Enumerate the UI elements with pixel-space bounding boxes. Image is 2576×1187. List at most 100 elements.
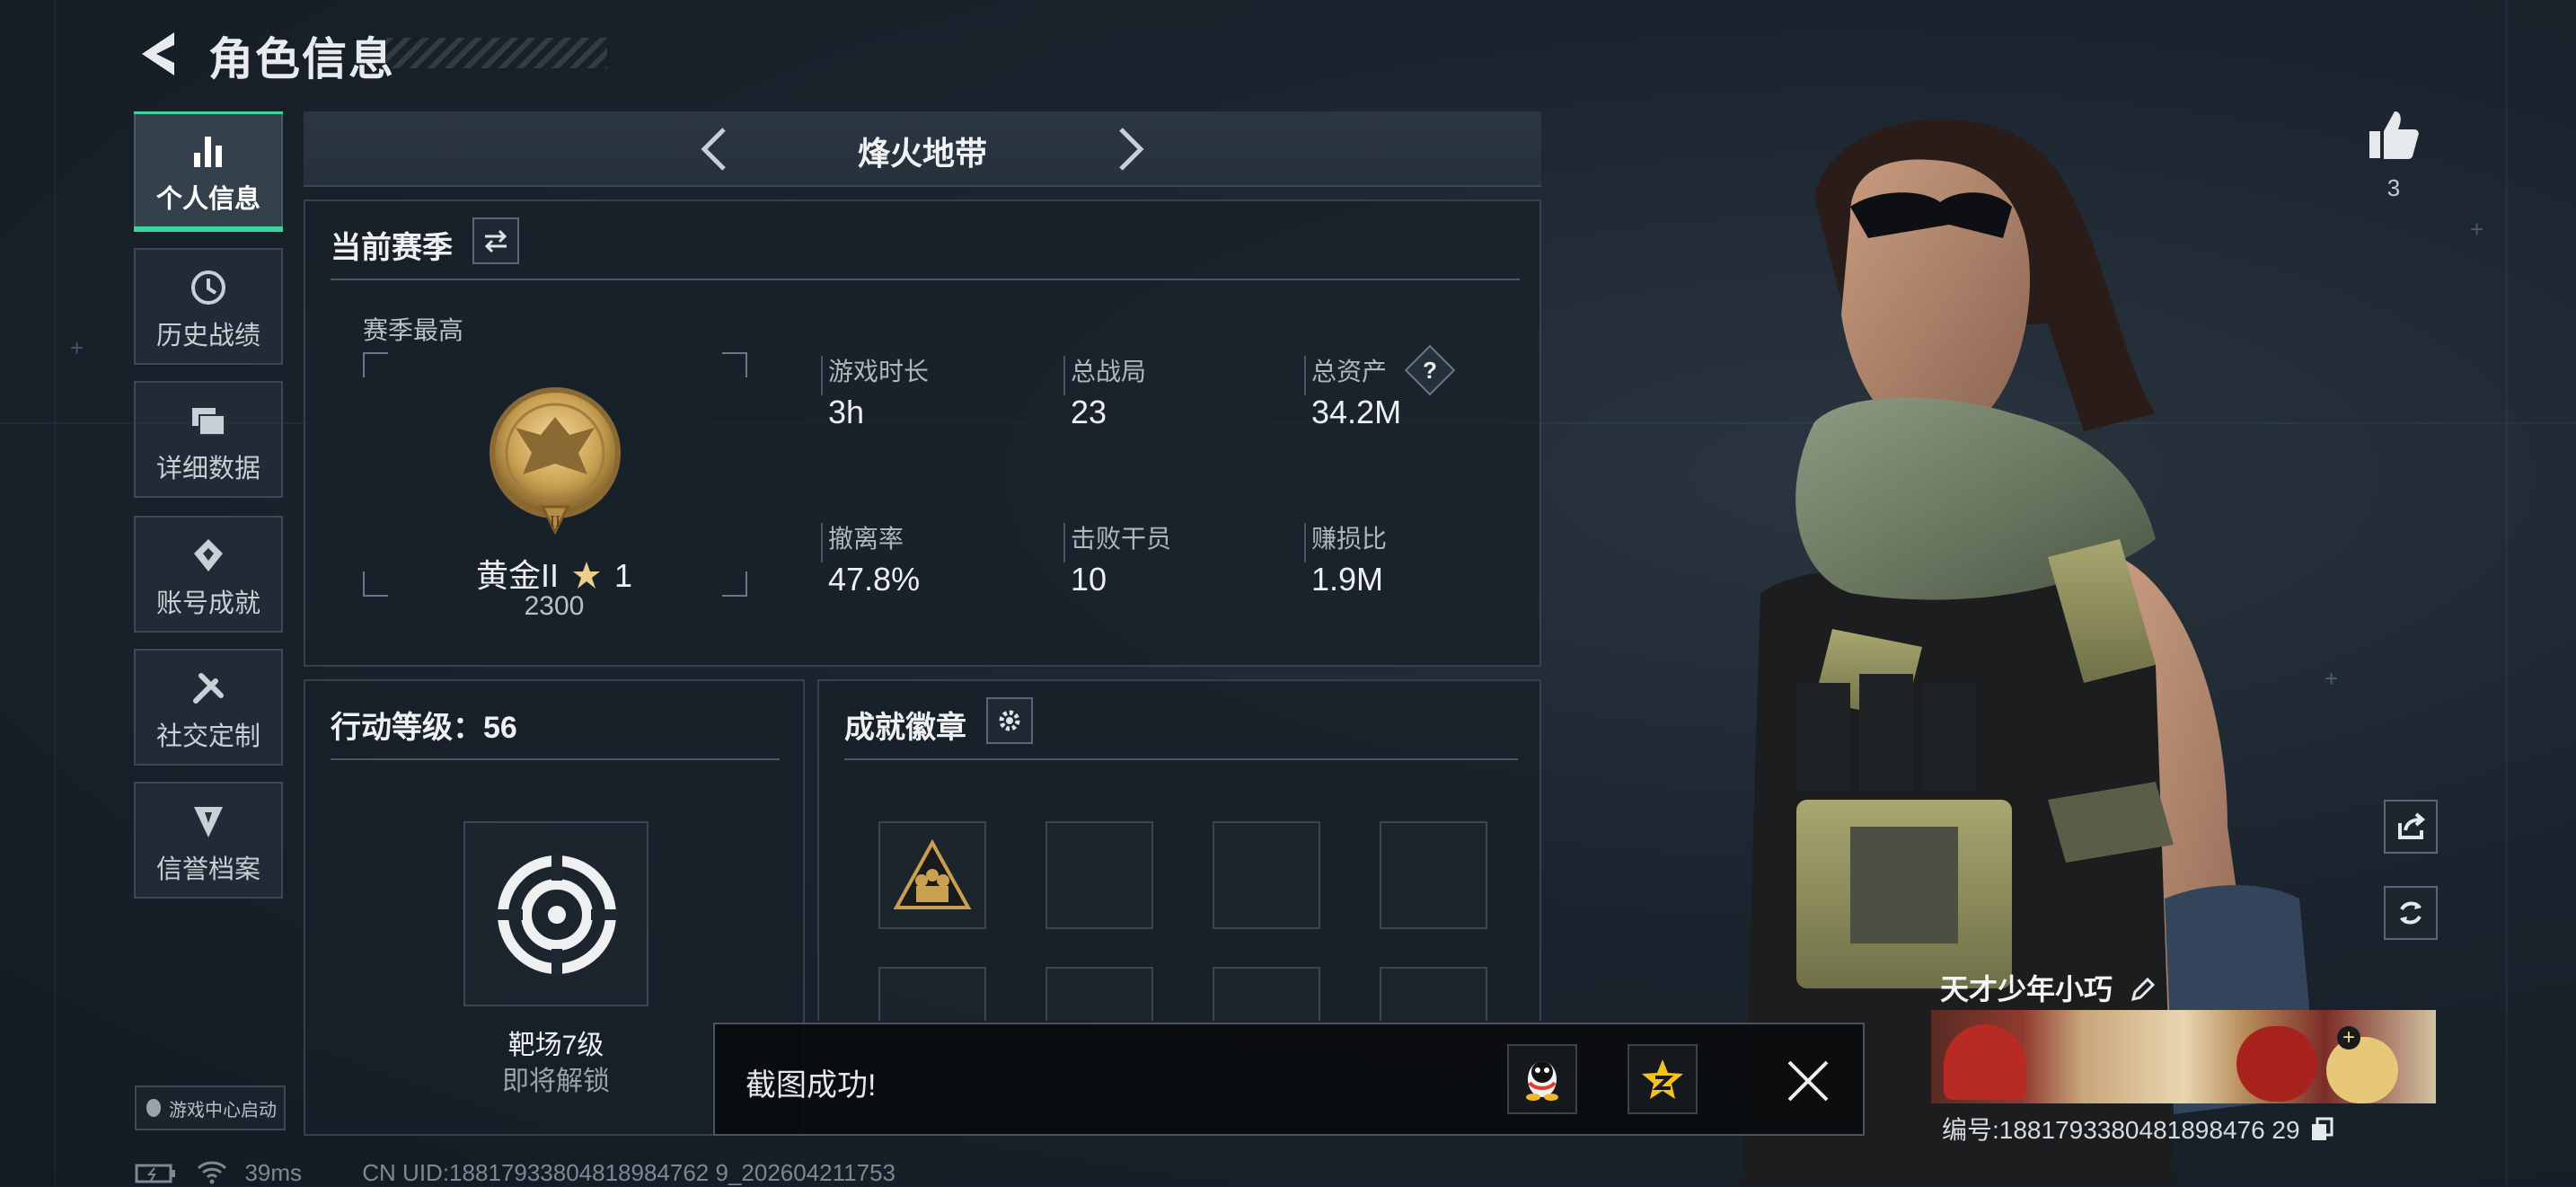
svg-text:II: II (550, 512, 560, 530)
stat-label: 总战局 (1071, 358, 1147, 385)
level-reward-slot[interactable] (463, 821, 648, 1006)
share-qzone-button[interactable] (1628, 1044, 1698, 1114)
squad-badge-icon (893, 839, 972, 909)
achievement-badges-panel: 成就徽章 (817, 679, 1541, 1021)
share-qq-button[interactable] (1507, 1044, 1577, 1114)
frame-corner (363, 352, 388, 377)
badge-slot[interactable] (1213, 821, 1320, 929)
action-level-title: 行动等级：56 (331, 711, 517, 745)
help-icon: ? (1423, 357, 1437, 384)
stat-value: 34.2M (1311, 394, 1402, 430)
switch-season-button[interactable] (472, 217, 519, 264)
crosshair-mark: + (70, 334, 84, 361)
badge-slot[interactable] (1045, 821, 1153, 929)
frame-corner (722, 352, 747, 377)
banner-character-art (2236, 1026, 2317, 1102)
screenshot-toast: 截图成功! (713, 1023, 1865, 1136)
sidebar-item-social-custom[interactable]: 社交定制 (134, 649, 283, 766)
stat-separator (821, 356, 823, 395)
crosshair-mark: + (2470, 216, 2484, 243)
badge-slot[interactable] (1045, 967, 1153, 1021)
chevron-right-icon[interactable] (1101, 122, 1155, 176)
sidebar-item-label: 历史战绩 (155, 322, 260, 350)
stat-label: 游戏时长 (828, 358, 930, 385)
target-range-icon (496, 854, 618, 976)
player-name-text: 天才少年小巧 (1940, 973, 2113, 1005)
stat-value: 23 (1071, 394, 1107, 430)
swap-arrows-icon (484, 229, 507, 253)
share-profile-button[interactable] (2384, 800, 2438, 854)
badge-slot[interactable] (878, 967, 986, 1021)
achievement-icon (194, 539, 223, 571)
rank-stars: 1 (614, 557, 633, 594)
divider (844, 758, 1518, 760)
stat-label: 赚损比 (1311, 525, 1388, 553)
season-best-label: 赛季最高 (363, 316, 464, 344)
credit-shield-icon (194, 807, 223, 837)
sidebar-item-credit-record[interactable]: 信誉档案 (134, 782, 283, 899)
battery-icon (135, 1164, 175, 1183)
rank-line: 黄金II 1 (363, 550, 745, 597)
sidebar-item-label: 个人信息 (155, 185, 260, 214)
badges-title: 成就徽章 (844, 711, 966, 745)
sidebar-item-achievements[interactable]: 账号成就 (134, 516, 283, 633)
sidebar-item-detail-data[interactable]: 详细数据 (134, 381, 283, 498)
stat-value: 10 (1071, 561, 1107, 598)
divider (331, 758, 780, 760)
grid-line (2506, 0, 2508, 1186)
tools-icon (193, 673, 224, 704)
page-title: 角色信息 (208, 34, 395, 84)
qq-penguin-icon (1526, 1061, 1558, 1101)
badge-slot[interactable] (1213, 967, 1320, 1021)
sidebar-item-personal-info[interactable]: 个人信息 (134, 111, 283, 232)
refresh-icon (2400, 901, 2422, 925)
ping-text: 39ms (244, 1159, 303, 1186)
badge-settings-button[interactable] (986, 697, 1033, 744)
copy-icon[interactable] (2310, 1117, 2333, 1142)
rotate-model-button[interactable] (2384, 886, 2438, 940)
star-icon (572, 562, 600, 589)
badge-slot[interactable] (878, 821, 986, 929)
sidebar-item-history[interactable]: 历史战绩 (134, 248, 283, 365)
stat-value: 1.9M (1311, 561, 1384, 598)
game-center-icon (146, 1099, 161, 1117)
stat-separator (821, 523, 823, 562)
cn-uid-text: CN UID:18817933804818984762 9_2026042117… (362, 1159, 895, 1186)
player-uid-text: 编号:1881793380481898476 29 (1942, 1116, 2300, 1144)
divider (331, 279, 1520, 280)
season-panel: 当前赛季 赛季最高 II 黄金II 1 2300 游戏时长 3h 总战局 23 … (304, 199, 1541, 667)
mode-title: 烽火地带 (857, 135, 987, 172)
qzone-star-icon (1642, 1059, 1683, 1099)
plus-icon: + (2337, 1026, 2360, 1050)
badge-slot[interactable] (1380, 967, 1487, 1021)
game-center-launch-badge: 游戏中心启动 (135, 1085, 286, 1130)
gold-rank-medal-icon: II (490, 387, 621, 536)
stat-label: 击败干员 (1071, 525, 1172, 553)
edit-pencil-icon[interactable] (2130, 976, 2157, 1003)
stat-label: 总资产 (1311, 358, 1388, 385)
name-card-banner[interactable]: + (1931, 1010, 2436, 1103)
share-icon (2398, 812, 2426, 839)
gear-icon (999, 710, 1020, 731)
banner-character-art (2326, 1037, 2398, 1103)
stat-separator (1063, 523, 1065, 562)
wifi-icon (198, 1161, 227, 1184)
stat-value: 47.8% (828, 561, 921, 598)
title-decoration (386, 38, 607, 68)
stat-separator (1304, 356, 1306, 395)
sidebar-item-label: 账号成就 (155, 589, 260, 618)
grid-line (54, 0, 56, 1186)
like-count: 3 (2386, 174, 2401, 201)
season-title: 当前赛季 (331, 231, 453, 265)
thumbs-up-icon[interactable] (2366, 108, 2422, 162)
rank-name: 黄金II (475, 557, 559, 594)
stat-value: 3h (828, 394, 865, 430)
stat-separator (1304, 523, 1306, 562)
stat-label: 撤离率 (828, 525, 904, 553)
back-arrow-icon[interactable] (135, 27, 189, 81)
stat-separator (1063, 356, 1065, 395)
close-icon[interactable] (1784, 1057, 1832, 1105)
sidebar-item-label: 信誉档案 (155, 855, 260, 884)
badge-slot[interactable] (1380, 821, 1487, 929)
rank-points: 2300 (524, 591, 585, 621)
